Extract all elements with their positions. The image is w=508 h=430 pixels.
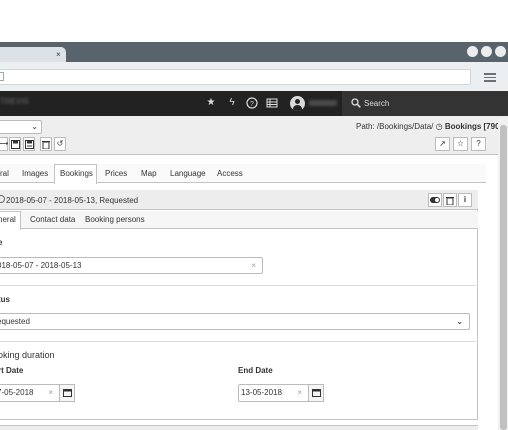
section-title: oking duration <box>0 350 55 360</box>
tab-language[interactable]: Language <box>170 164 206 183</box>
divider <box>0 285 478 286</box>
tab-images[interactable]: Images <box>22 164 48 183</box>
save-close-button[interactable] <box>23 137 35 151</box>
calendar-icon[interactable] <box>59 384 75 402</box>
status-value: equested <box>0 317 30 326</box>
tab-general[interactable]: ral <box>0 164 9 183</box>
save-button[interactable] <box>9 137 21 151</box>
tab-close-icon[interactable]: × <box>56 47 64 62</box>
panel-title: 2018-05-07 - 2018-05-13, Requested <box>6 196 139 205</box>
clear-icon[interactable]: × <box>251 258 256 273</box>
window-close-button[interactable] <box>495 46 506 57</box>
date-label: e <box>0 238 3 247</box>
bookmark-button[interactable]: ☆ <box>453 137 468 151</box>
browser-titlebar <box>0 42 508 62</box>
brand-logo[interactable]: TREVIS <box>0 97 34 109</box>
delete-button[interactable] <box>40 137 52 151</box>
star-icon[interactable]: ★ <box>205 97 217 109</box>
date-range-value: 018-05-07 - 2018-05-13 <box>0 261 82 270</box>
scrollbar-thumb[interactable] <box>500 125 507 430</box>
path-label: Path: /Bookings/Data/ <box>356 122 434 131</box>
page-info-icon[interactable] <box>0 72 4 81</box>
search-icon <box>351 98 361 108</box>
info-button[interactable]: i <box>458 193 472 207</box>
end-date-label: End Date <box>238 366 273 375</box>
end-date-value: 13-05-2018 <box>241 388 282 397</box>
help-button[interactable]: ? <box>471 137 486 151</box>
svg-text:?: ? <box>250 101 254 108</box>
tab-bookings[interactable]: Bookings <box>60 164 93 183</box>
date-range-input[interactable]: 018-05-07 - 2018-05-13 × <box>0 257 263 274</box>
divider <box>0 341 478 342</box>
calendar-icon[interactable] <box>308 384 324 402</box>
search-label[interactable]: Search <box>364 99 389 108</box>
toggle-visibility-button[interactable] <box>428 193 442 207</box>
tab-access[interactable]: Access <box>217 164 243 183</box>
start-date-value: 7-05-2018 <box>0 388 34 397</box>
status-select[interactable]: equested ⌄ <box>0 313 470 330</box>
start-date-label: rt Date <box>0 366 24 375</box>
clear-icon[interactable]: × <box>48 385 53 400</box>
tab-map[interactable]: Map <box>141 164 157 183</box>
bolt-icon[interactable]: ϟ <box>226 97 238 109</box>
language-select[interactable]: ⌄ <box>0 120 42 134</box>
start-date-input[interactable]: 7-05-2018 × <box>0 384 60 402</box>
chevron-down-icon: ⌄ <box>31 122 38 131</box>
list-icon[interactable] <box>266 97 278 109</box>
tab-prices[interactable]: Prices <box>105 164 127 183</box>
clear-icon[interactable]: × <box>297 385 302 400</box>
status-label: tus <box>0 295 10 304</box>
share-button[interactable]: ↗ <box>435 137 450 151</box>
clock-icon: ◷ <box>435 122 443 131</box>
chevron-down-icon: ⌄ <box>456 317 463 326</box>
record-title: Bookings [790] <box>444 122 503 131</box>
address-bar[interactable] <box>0 69 471 85</box>
close-button[interactable]: ⟶ <box>0 137 8 151</box>
help-icon[interactable]: ? <box>246 97 258 109</box>
browser-menu-icon[interactable] <box>484 71 496 83</box>
panel-delete-button[interactable] <box>443 193 457 207</box>
next-booking-panel[interactable] <box>0 425 478 430</box>
username[interactable] <box>309 100 337 106</box>
subtab-booking-persons[interactable]: Booking persons <box>85 215 145 224</box>
subtab-general[interactable]: neral <box>0 215 16 224</box>
undo-button[interactable]: ↺ <box>54 137 66 151</box>
subtab-contact-data[interactable]: Contact data <box>30 215 75 224</box>
window-minimize-button[interactable] <box>467 46 478 57</box>
user-avatar-icon[interactable] <box>290 96 305 111</box>
breadcrumb: Path: /Bookings/Data/ ◷ Bookings [790] <box>356 122 502 131</box>
window-maximize-button[interactable] <box>481 46 492 57</box>
end-date-input[interactable]: 13-05-2018 × <box>238 384 309 402</box>
